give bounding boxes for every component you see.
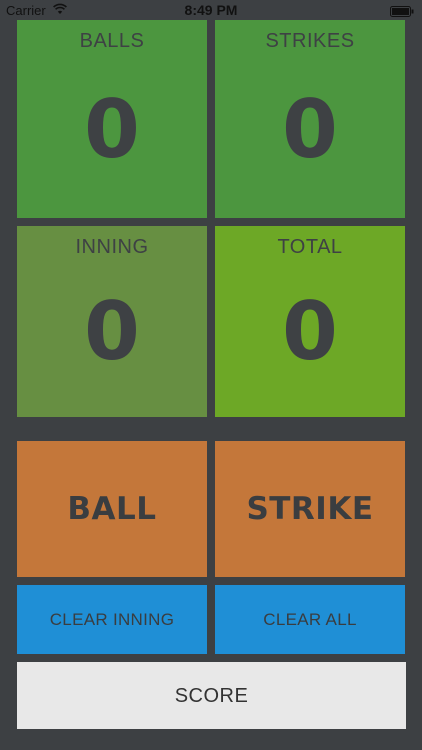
total-tile: TOTAL 0 <box>215 226 405 417</box>
balls-label: BALLS <box>79 30 145 52</box>
inning-tile: INNING 0 <box>17 226 207 417</box>
clear-inning-label: CLEAR INNING <box>49 610 175 629</box>
total-count: 0 <box>282 285 338 378</box>
status-time: 8:49 PM <box>184 2 238 18</box>
strike-button-label: STRIKE <box>246 491 374 527</box>
strikes-count: 0 <box>282 83 338 176</box>
inning-count: 0 <box>84 285 140 378</box>
inning-label: INNING <box>75 236 149 258</box>
app-screen: Carrier 8:49 PM BALLS 0 STRIKES 0 INNING… <box>0 0 422 750</box>
ball-button-label: BALL <box>67 491 157 527</box>
score-button[interactable]: SCORE <box>17 662 406 729</box>
strike-button[interactable]: STRIKE <box>215 441 405 577</box>
clear-all-label: CLEAR ALL <box>263 610 357 629</box>
balls-count: 0 <box>84 83 140 176</box>
balls-tile: BALLS 0 <box>17 20 207 218</box>
clear-all-button[interactable]: CLEAR ALL <box>215 585 405 654</box>
score-button-label: SCORE <box>174 685 249 707</box>
status-bar: Carrier 8:49 PM <box>0 0 422 22</box>
clear-inning-button[interactable]: CLEAR INNING <box>17 585 207 654</box>
strikes-label: STRIKES <box>265 30 355 52</box>
battery-icon <box>390 5 414 17</box>
strikes-tile: STRIKES 0 <box>215 20 405 218</box>
ball-button[interactable]: BALL <box>17 441 207 577</box>
total-label: TOTAL <box>277 236 343 258</box>
